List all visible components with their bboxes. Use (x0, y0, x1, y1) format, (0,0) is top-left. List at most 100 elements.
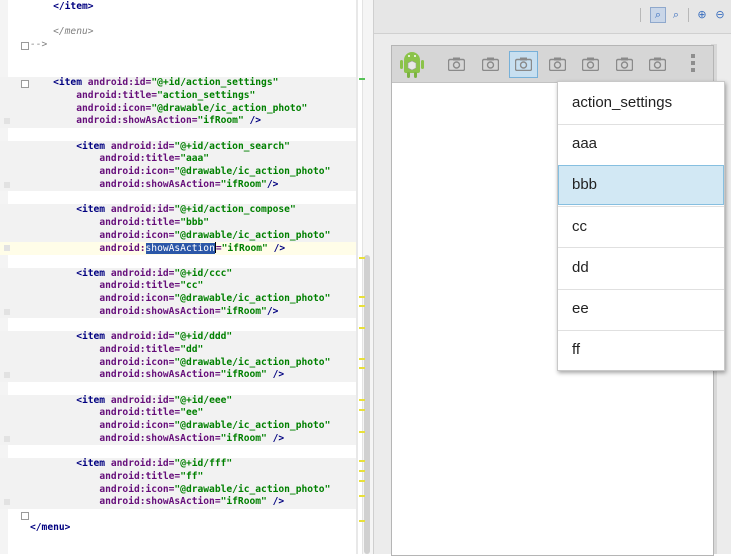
code-line[interactable]: android:icon="@drawable/ic_action_photo" (0, 483, 356, 497)
stripe-marker[interactable] (359, 470, 365, 472)
code-token: android:title= (99, 407, 181, 419)
code-line[interactable]: </item> (0, 1, 356, 14)
code-line[interactable] (0, 65, 356, 78)
code-line[interactable]: </menu> (0, 522, 356, 535)
editor-scrollbar-thumb[interactable] (364, 255, 370, 554)
code-line[interactable]: android:icon="@drawable/ic_action_photo" (0, 229, 356, 243)
camera-action-icon[interactable] (545, 53, 569, 75)
menu-item-action_settings[interactable]: action_settings (558, 83, 724, 123)
fold-toggle-icon[interactable] (21, 42, 29, 51)
code-line[interactable] (0, 509, 356, 522)
code-line[interactable]: android:showAsAction="ifRoom" /> (0, 432, 356, 446)
code-line[interactable]: android:showAsAction="ifRoom"/> (0, 178, 356, 192)
code-token: <item (30, 267, 111, 279)
code-line[interactable]: android:title="aaa" (0, 153, 356, 167)
code-line[interactable]: android:icon="@drawable/ic_action_photo" (0, 166, 356, 179)
camera-action-icon[interactable] (645, 53, 669, 75)
zoom-to-fit-icon[interactable]: ⌕ (650, 7, 666, 23)
camera-action-icon[interactable] (578, 53, 602, 75)
code-line[interactable]: <item android:id="@+id/eee" (0, 394, 356, 408)
code-token: <item (30, 458, 111, 470)
stripe-marker[interactable] (359, 358, 365, 360)
code-line[interactable] (0, 128, 356, 141)
preview-toolbar: ⌕ ⌕ ⊕ ⊖ (374, 0, 731, 34)
code-token: "aaa" (180, 153, 210, 165)
code-line[interactable]: android:showAsAction="ifRoom"/> (0, 305, 356, 319)
code-token: <item (30, 140, 111, 152)
stripe-marker[interactable] (359, 495, 365, 497)
code-token: android:showAsAction= (99, 178, 221, 190)
code-line[interactable]: android:title="ff" (0, 470, 356, 484)
stripe-marker[interactable] (359, 305, 365, 307)
gutter-marker-icon (4, 245, 10, 252)
code-token: "bbb" (180, 216, 210, 228)
xml-code-editor[interactable]: </item> </menu> --> <item android:id="@+i… (0, 0, 358, 554)
code-line[interactable]: <item android:id="@+id/ddd" (0, 331, 356, 344)
code-line[interactable]: <item android:id="@+id/action_settings" (0, 77, 356, 90)
code-line[interactable] (0, 192, 356, 205)
code-line[interactable]: android:showAsAction="ifRoom" /> (0, 496, 356, 509)
stripe-marker[interactable] (359, 409, 365, 411)
camera-action-icon[interactable] (509, 51, 538, 78)
code-line[interactable] (0, 382, 356, 395)
code-line[interactable]: android:icon="@drawable/ic_action_photo" (0, 356, 356, 370)
menu-item-aaa[interactable]: aaa (558, 124, 724, 164)
code-line[interactable]: --> (0, 39, 356, 52)
code-line[interactable]: android:title="action_settings" (0, 89, 356, 103)
menu-item-cc[interactable]: cc (558, 207, 724, 247)
zoom-out-icon[interactable]: ⊖ (712, 7, 728, 23)
code-token: "cc" (180, 280, 204, 292)
stripe-marker[interactable] (359, 520, 365, 522)
menu-item-ee[interactable]: ee (558, 289, 724, 329)
code-line[interactable]: android:title="ee" (0, 407, 356, 421)
code-line[interactable] (0, 446, 356, 459)
gutter-marker-icon (4, 435, 10, 442)
code-line[interactable]: android:showAsAction="ifRoom" /> (0, 369, 356, 382)
code-line[interactable]: android:showAsAction="ifRoom" /> (0, 242, 356, 255)
stripe-marker[interactable] (359, 460, 365, 462)
code-line[interactable]: </menu> (0, 26, 356, 39)
code-line[interactable]: android:icon="@drawable/ic_action_photo" (0, 420, 356, 433)
code-line[interactable]: android:showAsAction="ifRoom" /> (0, 115, 356, 128)
camera-action-icon[interactable] (444, 53, 468, 75)
code-line[interactable] (0, 52, 356, 65)
menu-item-dd[interactable]: dd (558, 248, 724, 288)
code-line[interactable]: android:icon="@drawable/ic_action_photo" (0, 102, 356, 116)
overflow-menu-icon[interactable] (689, 54, 697, 76)
menu-item-bbb[interactable]: bbb (558, 165, 724, 206)
code-line[interactable] (0, 14, 356, 27)
fold-toggle-icon[interactable] (21, 80, 29, 89)
stripe-marker[interactable] (359, 327, 365, 329)
code-token: "ff" (180, 470, 204, 482)
code-line[interactable]: <item android:id="@+id/ccc" (0, 267, 356, 281)
code-line[interactable]: <item android:id="@+id/action_search" (0, 140, 356, 154)
code-line[interactable]: <item android:id="@+id/action_compose" (0, 204, 356, 217)
stripe-marker[interactable] (359, 257, 365, 259)
stripe-marker[interactable] (359, 296, 365, 298)
fold-toggle-icon[interactable] (21, 512, 29, 520)
stripe-marker[interactable] (359, 399, 365, 401)
code-line[interactable]: android:title="dd" (0, 343, 356, 357)
stripe-marker[interactable] (359, 480, 365, 482)
code-line[interactable] (0, 319, 356, 332)
zoom-in-icon[interactable]: ⊕ (694, 7, 710, 23)
code-token: android:id= (110, 331, 175, 343)
camera-action-icon[interactable] (612, 53, 636, 75)
code-line[interactable]: android:icon="@drawable/ic_action_photo" (0, 293, 356, 306)
code-token: "ifRoom" (220, 305, 267, 317)
menu-item-ff[interactable]: ff (558, 330, 724, 370)
code-line[interactable]: android:title="cc" (0, 280, 356, 294)
code-line[interactable] (0, 255, 356, 268)
stripe-marker[interactable] (359, 367, 365, 369)
stripe-marker[interactable] (359, 78, 365, 80)
zoom-actual-icon[interactable]: ⌕ (668, 7, 684, 23)
code-line[interactable]: android:title="bbb" (0, 216, 356, 230)
camera-action-icon[interactable] (478, 53, 502, 75)
code-line[interactable]: <item android:id="@+id/fff" (0, 458, 356, 471)
stripe-marker[interactable] (359, 431, 365, 433)
